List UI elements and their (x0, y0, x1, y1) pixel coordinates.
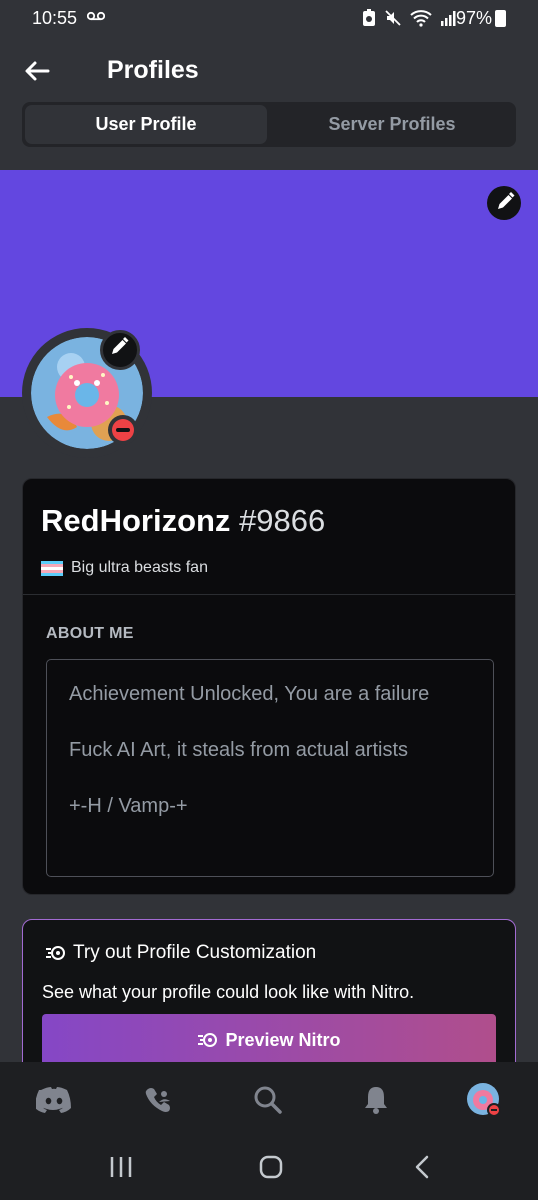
about-me-input[interactable]: Achievement Unlocked, You are a failure … (46, 659, 494, 877)
custom-status[interactable]: Big ultra beasts fan (41, 559, 208, 577)
you-avatar (467, 1083, 501, 1117)
dnd-icon (112, 419, 134, 441)
status-bar: 10:55 97% (0, 0, 538, 38)
bottom-nav (0, 1062, 538, 1137)
voicemail-icon (87, 11, 105, 21)
about-line: +-H / Vamp-+ (69, 795, 188, 817)
nav-search[interactable] (248, 1080, 288, 1120)
about-me-text: Achievement Unlocked, You are a failure … (69, 680, 479, 820)
preview-nitro-label: Preview Nitro (225, 1029, 341, 1050)
tab-server-profiles[interactable]: Server Profiles (271, 105, 513, 144)
custom-status-text: Big ultra beasts fan (71, 559, 208, 576)
nitro-icon (46, 946, 65, 960)
about-line: Achievement Unlocked, You are a failure (69, 683, 430, 705)
nav-home[interactable] (34, 1080, 74, 1120)
discriminator: #9866 (239, 503, 326, 538)
home-icon[interactable] (259, 1155, 283, 1179)
page-title: Profiles (107, 56, 199, 84)
nitro-promo-title-text: Try out Profile Customization (73, 942, 317, 963)
recents-icon[interactable] (109, 1156, 133, 1178)
trans-flag-icon (41, 560, 63, 576)
notifications-icon (365, 1087, 387, 1114)
battery-level: 97% (455, 8, 492, 28)
username-line: RedHorizonz #9866 (41, 503, 325, 539)
status-icons (362, 9, 458, 27)
battery-saver-icon (363, 9, 375, 26)
mute-icon (385, 10, 401, 26)
edit-banner-button[interactable] (487, 186, 521, 220)
discord-home-icon (36, 1087, 71, 1113)
dnd-status-indicator (108, 415, 138, 445)
nav-friends[interactable] (139, 1080, 179, 1120)
preview-nitro-button[interactable]: Preview Nitro (42, 1014, 496, 1066)
edit-avatar-button[interactable] (100, 330, 140, 370)
tab-user-profile[interactable]: User Profile (25, 105, 267, 144)
app-header: Profiles (0, 40, 538, 100)
friends-icon (145, 1088, 170, 1112)
wifi-icon (410, 10, 432, 27)
profile-tabs: User Profile Server Profiles (22, 102, 516, 147)
system-nav-bar (0, 1137, 538, 1200)
profile-card: RedHorizonz #9866 Big ultra beasts fan A… (22, 478, 516, 895)
battery-icon (495, 10, 506, 27)
nitro-promo-description: See what your profile could look like wi… (42, 982, 415, 1002)
search-icon (254, 1086, 282, 1114)
about-me-label: ABOUT ME (46, 625, 134, 642)
username: RedHorizonz (41, 503, 231, 538)
status-time: 10:55 (32, 8, 78, 28)
nav-notifications[interactable] (356, 1080, 396, 1120)
nav-you[interactable] (464, 1080, 504, 1120)
about-line: Fuck AI Art, it steals from actual artis… (69, 739, 408, 761)
divider (23, 594, 515, 595)
back-icon[interactable] (413, 1155, 431, 1179)
nitro-icon (198, 1033, 218, 1047)
pencil-icon (498, 192, 515, 209)
back-arrow-icon[interactable] (22, 56, 52, 86)
nitro-promo-title: Try out Profile Customization (45, 942, 316, 964)
pencil-icon (112, 337, 129, 354)
